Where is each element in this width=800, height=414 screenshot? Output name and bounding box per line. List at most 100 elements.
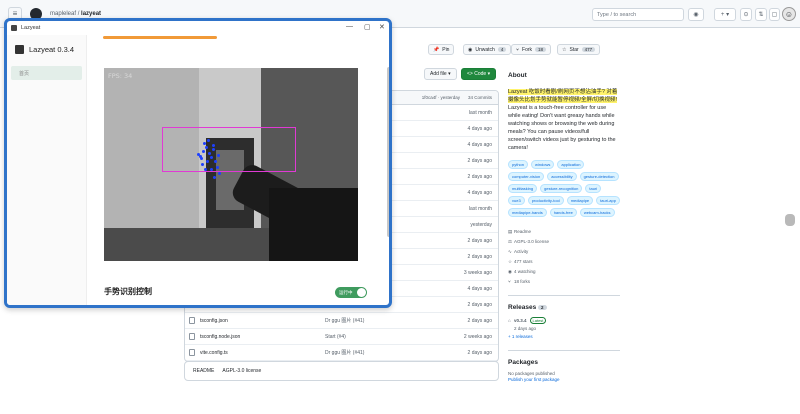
fork-button[interactable]: ⑂ Fork 18 xyxy=(511,44,552,55)
table-row[interactable]: tsconfig.node.json Start (#4) 2 weeks ago xyxy=(185,329,498,345)
file-icon xyxy=(189,317,195,324)
license-tab[interactable]: AGPL-3.0 license xyxy=(222,368,261,374)
camera-preview: FPS: 34 xyxy=(104,68,358,261)
commit-date: 2 days ago xyxy=(467,173,492,180)
breadcrumb-user[interactable]: mapleleaf xyxy=(50,11,76,17)
code-button[interactable]: <> Code ▾ xyxy=(461,68,497,80)
release-item[interactable]: ⌂ v0.3.4 Latest xyxy=(508,316,620,326)
issues-icon[interactable]: ⊙ xyxy=(740,8,752,21)
commit-date: 2 days ago xyxy=(467,317,492,324)
topic-tag[interactable]: mediapipe xyxy=(566,196,594,205)
commits-link[interactable]: 34 Commits xyxy=(468,95,492,100)
fps-label: FPS: 34 xyxy=(108,72,133,80)
window-titlebar[interactable]: Lazyeat xyxy=(7,21,389,35)
landmark-dot xyxy=(210,156,213,159)
search-input[interactable]: Type / to search xyxy=(592,8,684,21)
readme-link[interactable]: ▤ Readme xyxy=(508,227,620,237)
fork-icon: ⑂ xyxy=(516,46,520,53)
commit-date: 3 weeks ago xyxy=(463,269,492,276)
landmark-dot xyxy=(212,144,215,147)
nav-item-home[interactable]: 首页 xyxy=(11,66,82,80)
landmark-dot xyxy=(216,166,219,169)
add-file-button[interactable]: Add file ▾ xyxy=(424,68,457,80)
progress-bar xyxy=(103,36,217,39)
pin-icon: 📌 xyxy=(433,46,440,53)
file-icon xyxy=(189,333,195,340)
file-name[interactable]: tsconfig.node.json xyxy=(200,334,325,340)
commit-message[interactable]: Dr ggu 图片 (#41) xyxy=(325,317,445,324)
watching-link[interactable]: ◉ 4 watching xyxy=(508,267,620,277)
topic-tag[interactable]: accessibility xyxy=(547,172,577,181)
landmark-dot xyxy=(210,168,213,171)
commit-date: 2 days ago xyxy=(467,157,492,164)
topic-tag[interactable]: computer-vision xyxy=(508,172,545,181)
landmark-dot xyxy=(200,157,203,160)
publish-package-link[interactable]: Publish your first package xyxy=(508,377,620,383)
file-icon xyxy=(189,349,195,356)
topic-tag[interactable]: hands-free xyxy=(549,208,577,217)
topic-tag[interactable]: application xyxy=(557,160,585,169)
more-releases-link[interactable]: + 1 releases xyxy=(508,332,620,342)
topic-tag[interactable]: mediapipe-hands xyxy=(508,208,547,217)
floating-avatar xyxy=(785,214,795,226)
commit-date: 4 days ago xyxy=(467,125,492,132)
pull-requests-icon[interactable]: ⇅ xyxy=(755,8,767,21)
about-title: About xyxy=(508,72,527,79)
copilot-icon[interactable]: ◉ xyxy=(688,8,704,21)
commit-date: 2 days ago xyxy=(467,253,492,260)
topic-tag[interactable]: tauri-app xyxy=(596,196,620,205)
gesture-toggle[interactable]: 运行中 xyxy=(335,287,367,298)
topic-tag[interactable]: tauri xyxy=(585,184,602,193)
topics-list: python windows application computer-vision a… xyxy=(508,160,620,217)
inbox-icon[interactable]: ▢ xyxy=(769,8,780,21)
commit-message[interactable]: Start (#4) xyxy=(325,334,445,340)
commit-date: yesterday xyxy=(470,221,492,228)
file-name[interactable]: vite.config.ts xyxy=(200,350,325,356)
maximize-icon[interactable]: ▢ xyxy=(364,23,371,31)
user-avatar[interactable]: ☺ xyxy=(782,7,796,21)
table-row[interactable]: vite.config.ts Dr ggu 图片 (#41) 2 days ago xyxy=(185,345,498,361)
activity-link[interactable]: ∿ Activity xyxy=(508,247,620,257)
packages-section: Packages No packages published Publish y… xyxy=(508,350,620,383)
app-brand: Lazyeat 0.3.4 xyxy=(15,45,86,54)
commit-date: 4 days ago xyxy=(467,285,492,292)
forks-link[interactable]: ⑂ 18 forks xyxy=(508,277,620,287)
about-section: About Lazyeat 吃饭时看剧/刷网页不想沾油手? 对着摄像头比划手势就… xyxy=(508,72,620,383)
topic-tag[interactable]: gesture-detection xyxy=(579,172,619,181)
table-row[interactable]: tsconfig.json Dr ggu 图片 (#41) 2 days ago xyxy=(185,313,498,329)
scrollbar[interactable] xyxy=(387,67,389,237)
topic-tag[interactable]: gesture-recognition xyxy=(540,184,583,193)
lazyeat-window: Lazyeat — ▢ ✕ Lazyeat 0.3.4 首页 FPS: 34 手… xyxy=(4,18,392,308)
app-sidebar: Lazyeat 0.3.4 首页 xyxy=(7,35,87,305)
pin-button[interactable]: 📌 Pin xyxy=(428,44,455,55)
topic-tag[interactable]: productivity-tool xyxy=(527,196,564,205)
landmark-dot xyxy=(205,146,208,149)
topic-tag[interactable]: python xyxy=(508,160,529,169)
readme-tab[interactable]: README xyxy=(193,368,214,374)
minimize-icon[interactable]: — xyxy=(346,23,353,30)
create-new-button[interactable]: + ▾ xyxy=(714,8,736,21)
unwatch-button[interactable]: ◉ Unwatch 4 xyxy=(463,44,512,55)
file-name[interactable]: tsconfig.json xyxy=(200,318,325,324)
latest-badge: Latest xyxy=(529,317,547,324)
license-link[interactable]: ⚖ AGPL-3.0 license xyxy=(508,237,620,247)
packages-title[interactable]: Packages xyxy=(508,359,620,367)
star-button[interactable]: ☆ Star 477 xyxy=(557,44,601,55)
topic-tag[interactable]: webcam-hacks xyxy=(579,208,615,217)
releases-section: Releases 2 ⌂ v0.3.4 Latest 2 days ago + 1 … xyxy=(508,295,620,342)
stars-link[interactable]: ☆ 477 stars xyxy=(508,257,620,267)
breadcrumb-repo[interactable]: lazyeat xyxy=(81,11,101,17)
commit-date: 2 weeks ago xyxy=(463,333,492,340)
close-icon[interactable]: ✕ xyxy=(379,23,385,31)
releases-title[interactable]: Releases xyxy=(508,304,536,311)
commit-date: last month xyxy=(468,109,492,116)
topic-tag[interactable]: multitasking xyxy=(508,184,538,193)
topic-tag[interactable]: windows xyxy=(531,160,555,169)
commit-message[interactable]: Dr ggu 图片 (#41) xyxy=(325,349,445,356)
landmark-dot xyxy=(204,168,207,171)
commit-date: 4 days ago xyxy=(467,189,492,196)
gesture-control-label: 手势识别控制 xyxy=(104,287,152,296)
latest-commit[interactable]: 1f0ca4f · yesterday xyxy=(422,95,460,100)
topic-tag[interactable]: vue3 xyxy=(508,196,525,205)
landmark-dot xyxy=(207,139,210,142)
